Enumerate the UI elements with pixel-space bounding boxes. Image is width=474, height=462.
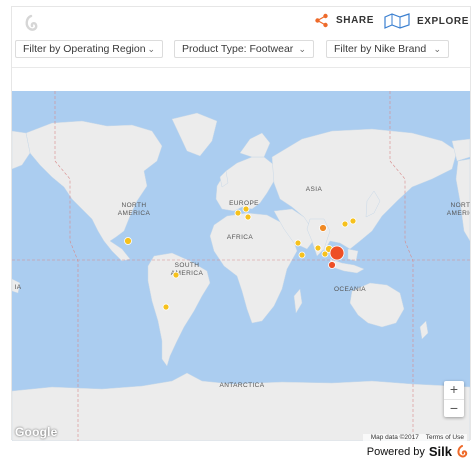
world-map[interactable]: NORTH AMERICA EUROPE ASIA AFRICA SOUTH A… <box>12 91 470 441</box>
chevron-down-icon: ⌄ <box>147 44 155 54</box>
nike-brand-filter[interactable]: Filter by Nike Brand ⌄ <box>326 40 449 58</box>
label-oceania: OCEANIA <box>334 286 366 293</box>
marker[interactable] <box>242 205 250 213</box>
operating-region-filter[interactable]: Filter by Operating Region ⌄ <box>15 40 163 58</box>
explore-button[interactable]: EXPLORE <box>384 13 469 29</box>
label-south-america-1: SOUTH <box>175 262 200 269</box>
map-data-notice: Map data ©2017 Terms of Use <box>362 434 467 441</box>
share-label: SHARE <box>336 15 375 26</box>
marker[interactable] <box>162 303 170 311</box>
marker[interactable] <box>124 237 132 245</box>
share-icon <box>315 13 328 28</box>
filter-label: Filter by Nike Brand <box>334 43 427 55</box>
filter-bar: Filter by Operating Region ⌄ Product Typ… <box>12 39 470 68</box>
marker[interactable] <box>172 271 180 279</box>
label-north-america-1: NORTH <box>122 202 147 209</box>
zoom-in-button[interactable]: + <box>444 381 464 400</box>
filter-label: Product Type: Footwear <box>182 43 294 55</box>
silk-brand-label: Silk <box>428 444 452 459</box>
marker[interactable] <box>314 244 322 252</box>
marker[interactable] <box>321 250 329 258</box>
marker[interactable] <box>328 261 336 269</box>
product-type-filter[interactable]: Product Type: Footwear ⌄ <box>174 40 314 58</box>
marker[interactable] <box>294 239 302 247</box>
label-north-america-2: AMERICA <box>118 210 151 217</box>
label-oceania-edge: IA <box>15 284 22 291</box>
marker[interactable] <box>319 224 327 232</box>
label-antarctica: ANTARCTICA <box>219 382 264 389</box>
explore-label: EXPLORE <box>417 15 469 27</box>
label-asia: ASIA <box>306 186 323 193</box>
powered-by-silk[interactable]: Powered by Silk <box>367 444 468 459</box>
chevron-down-icon: ⌄ <box>433 44 441 54</box>
share-button[interactable]: SHARE <box>314 13 374 28</box>
marker[interactable] <box>234 209 242 217</box>
marker[interactable] <box>244 213 252 221</box>
silk-logo-icon <box>25 14 38 31</box>
google-attribution: Google <box>15 425 58 439</box>
zoom-control: + − <box>444 381 464 417</box>
dashboard-frame: SHARE EXPLORE Filter by Operating Region… <box>11 6 471 441</box>
zoom-out-button[interactable]: − <box>444 400 464 418</box>
label-north-america-edge-2: AMERICA <box>447 210 470 217</box>
marker[interactable] <box>341 220 349 228</box>
map-explore-icon <box>384 13 410 29</box>
marker[interactable] <box>298 251 306 259</box>
powered-by-label: Powered by <box>366 445 425 458</box>
label-africa: AFRICA <box>227 234 253 241</box>
silk-logo-icon <box>457 444 468 457</box>
marker-large[interactable] <box>329 245 345 261</box>
top-bar: SHARE EXPLORE <box>12 7 470 39</box>
map-data-text: Map data ©2017 <box>370 434 419 441</box>
filter-label: Filter by Operating Region <box>23 43 146 55</box>
chevron-down-icon: ⌄ <box>298 44 306 54</box>
label-north-america-edge-1: NORTH <box>451 202 471 209</box>
marker[interactable] <box>349 217 357 225</box>
terms-of-use-link[interactable]: Terms of Use <box>426 434 464 441</box>
label-europe: EUROPE <box>229 200 259 207</box>
